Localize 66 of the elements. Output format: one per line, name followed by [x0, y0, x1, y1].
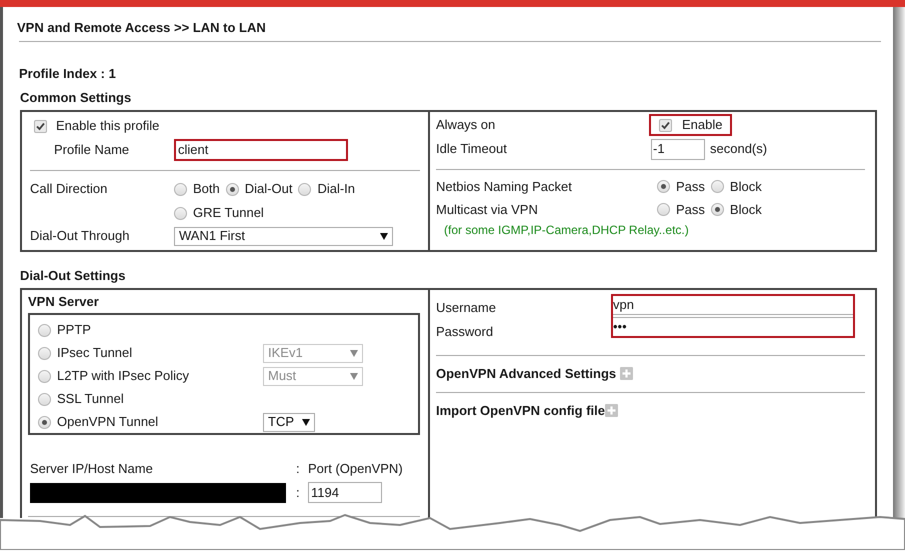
- radio-label: Block: [730, 200, 762, 219]
- separator-text: :: [296, 460, 301, 478]
- radio-label: Block: [730, 178, 762, 196]
- dropdown[interactable]: TCP: [263, 412, 315, 432]
- field-label: Multicast via VPN: [436, 200, 539, 219]
- radio-label: PPTP: [57, 321, 91, 340]
- port-field[interactable]: 1194: [308, 482, 382, 503]
- field-label: Netbios Naming Packet: [436, 178, 573, 196]
- radio-button[interactable]: [710, 203, 724, 216]
- note-text: (for some IGMP,IP-Camera,DHCP Relay..etc.): [443, 222, 690, 239]
- idle-timeout-field[interactable]: -1: [651, 138, 705, 160]
- field-label: Password: [436, 322, 494, 341]
- page-title: VPN and Remote Access >> LAN to LAN: [17, 19, 267, 36]
- radio-button[interactable]: [657, 180, 670, 193]
- radio-button[interactable]: [38, 370, 51, 382]
- field-label: Username: [436, 298, 497, 317]
- section-title: Dial-Out Settings: [20, 267, 126, 285]
- radio-button[interactable]: [226, 182, 239, 196]
- caret-icon: [350, 372, 358, 380]
- radio-button[interactable]: [38, 324, 51, 336]
- profile-index: Profile Index : 1: [19, 65, 117, 83]
- radio-button[interactable]: [657, 203, 670, 216]
- redacted-field[interactable]: [30, 482, 286, 502]
- field-label: Idle Timeout: [436, 140, 508, 158]
- unit-label: second(s): [710, 140, 768, 158]
- radio-label: Pass: [676, 200, 705, 219]
- checkbox[interactable]: [659, 118, 672, 132]
- field-label: Call Direction: [30, 180, 108, 198]
- plus-icon[interactable]: [620, 367, 634, 380]
- section-title: Common Settings: [20, 88, 132, 107]
- radio-button[interactable]: [174, 206, 187, 220]
- field-label: Server IP/Host Name: [29, 460, 154, 478]
- radio-label: SSL Tunnel: [57, 390, 124, 408]
- password-field[interactable]: •••: [613, 316, 853, 336]
- field-label: Dial-Out Through: [30, 227, 130, 246]
- separator-text: :: [296, 484, 301, 502]
- radio-label: Dial-In: [317, 180, 356, 198]
- section-link[interactable]: Import OpenVPN config file: [436, 400, 606, 420]
- checkbox-label: Enable this profile: [56, 117, 160, 136]
- radio-label: Dial-Out: [244, 180, 292, 198]
- radio-label: Both: [193, 180, 220, 198]
- dropdown[interactable]: WAN1 First: [174, 226, 393, 246]
- radio-label: GRE Tunnel: [193, 204, 264, 222]
- field-label: Profile Name: [53, 141, 130, 160]
- radio-label: OpenVPN Tunnel: [57, 413, 158, 432]
- radio-button[interactable]: [298, 182, 312, 196]
- caret-icon: [380, 232, 388, 240]
- plus-icon[interactable]: [605, 404, 618, 417]
- radio-label: L2TP with IPsec Policy: [57, 367, 189, 386]
- checkbox-label: Enable: [682, 116, 722, 134]
- field-label: Always on: [436, 116, 496, 134]
- radio-label: IPsec Tunnel: [57, 344, 132, 362]
- caret-icon: [302, 418, 310, 426]
- radio-button[interactable]: [710, 180, 724, 193]
- username-field[interactable]: vpn: [613, 296, 853, 314]
- field-label: Port (OpenVPN): [308, 460, 403, 478]
- caret-icon: [350, 350, 358, 356]
- radio-button[interactable]: [38, 392, 51, 406]
- profile-name-field[interactable]: client: [174, 139, 348, 161]
- radio-button[interactable]: [174, 182, 187, 196]
- radio-button[interactable]: [38, 346, 51, 360]
- subsection-title: VPN Server: [28, 292, 100, 310]
- radio-button[interactable]: [38, 416, 51, 428]
- section-link[interactable]: OpenVPN Advanced Settings: [436, 364, 616, 384]
- radio-label: Pass: [676, 178, 705, 196]
- checkbox[interactable]: [34, 120, 47, 132]
